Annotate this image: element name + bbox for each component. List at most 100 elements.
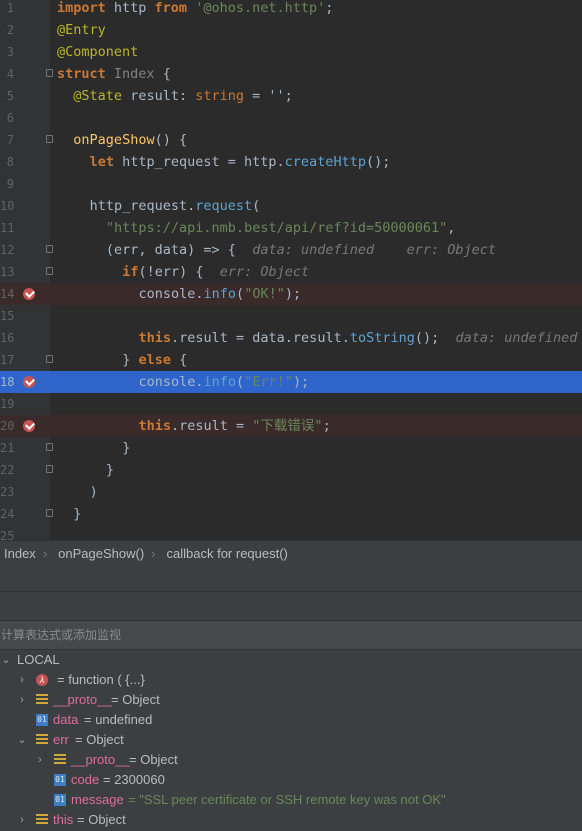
code-line[interactable]: 14 console.info("OK!"); xyxy=(0,283,582,305)
fold-marker-icon[interactable] xyxy=(46,465,53,473)
code-line[interactable]: 19 xyxy=(0,393,582,415)
primitive-value-icon: 01 xyxy=(36,714,48,726)
variable-value: = Object xyxy=(111,692,160,707)
tree-row-code[interactable]: 01 code = 2300060 xyxy=(0,770,582,790)
line-number[interactable]: 9 xyxy=(0,173,14,195)
tree-row-local[interactable]: ⌄ LOCAL xyxy=(0,650,582,670)
variable-name: __proto__ xyxy=(71,752,130,767)
code-line[interactable]: 20 this.result = "下载错误"; xyxy=(0,415,582,437)
code-token: "下载错误" xyxy=(252,418,323,434)
line-number[interactable]: 12 xyxy=(0,239,14,261)
code-text: ) xyxy=(90,481,98,503)
code-token: http xyxy=(105,0,147,16)
code-line[interactable]: 1 import http from '@ohos.net.http'; xyxy=(0,0,582,19)
chevron-right-icon[interactable]: › xyxy=(16,690,28,710)
line-number[interactable]: 16 xyxy=(0,327,14,349)
code-line[interactable]: 23) xyxy=(0,481,582,503)
code-text: struct Index { xyxy=(57,63,171,85)
breakpoint-icon[interactable] xyxy=(23,288,35,300)
fold-marker-icon[interactable] xyxy=(46,267,53,275)
line-number[interactable]: 19 xyxy=(0,393,14,415)
line-number[interactable]: 17 xyxy=(0,349,14,371)
watch-placeholder: 计算表达式或添加监视 xyxy=(1,628,122,642)
breadcrumb-item-onpageshow[interactable]: onPageShow() xyxy=(58,546,144,561)
object-icon xyxy=(54,754,66,766)
code-line[interactable]: 11 "https://api.nmb.best/api/ref?id=50000… xyxy=(0,217,582,239)
chevron-down-icon[interactable]: ⌄ xyxy=(16,730,28,750)
tree-row-data[interactable]: 01 data = undefined xyxy=(0,710,582,730)
variable-value: = 2300060 xyxy=(103,772,165,787)
code-text: } else { xyxy=(122,349,187,371)
line-number[interactable]: 11 xyxy=(0,217,14,239)
line-number[interactable]: 2 xyxy=(0,19,14,41)
code-line[interactable]: 18 console.info("Err!"); xyxy=(0,371,582,393)
tree-row-err-proto[interactable]: › __proto__ = Object xyxy=(0,750,582,770)
tree-row-proto[interactable]: › __proto__ = Object xyxy=(0,690,582,710)
code-line[interactable]: 3 @Component xyxy=(0,41,582,63)
line-number[interactable]: 21 xyxy=(0,437,14,459)
line-number[interactable]: 7 xyxy=(0,129,14,151)
chevron-right-icon[interactable]: › xyxy=(16,670,28,690)
code-line[interactable]: 5 @State result: string = ''; xyxy=(0,85,582,107)
line-number[interactable]: 23 xyxy=(0,481,14,503)
code-line[interactable]: 17 } else { xyxy=(0,349,582,371)
code-line[interactable]: 13 if(!err) { err: Object xyxy=(0,261,582,283)
line-number[interactable]: 3 xyxy=(0,41,14,63)
code-token: ( xyxy=(252,198,261,214)
code-line[interactable]: 2 @Entry xyxy=(0,19,582,41)
code-line[interactable]: 16 this.result = data.result.toString(); … xyxy=(0,327,582,349)
variable-name: code xyxy=(71,772,100,787)
fold-marker-icon[interactable] xyxy=(46,69,53,77)
tree-row-message[interactable]: 01 message = "SSL peer certificate or SS… xyxy=(0,790,582,810)
fold-marker-icon[interactable] xyxy=(46,443,53,451)
code-line[interactable]: 21} xyxy=(0,437,582,459)
code-line[interactable]: 24} xyxy=(0,503,582,525)
line-number[interactable]: 25 xyxy=(0,525,14,540)
line-number[interactable]: 8 xyxy=(0,151,14,173)
tree-row-err[interactable]: ⌄ err = Object xyxy=(0,730,582,750)
breakpoint-icon[interactable] xyxy=(23,420,35,432)
code-token: (); xyxy=(365,154,391,170)
watch-expression-input[interactable]: 计算表达式或添加监视 xyxy=(0,621,582,650)
fold-marker-icon[interactable] xyxy=(46,245,53,253)
breakpoint-icon[interactable] xyxy=(23,376,35,388)
chevron-down-icon[interactable]: ⌄ xyxy=(0,650,12,670)
scope-label: LOCAL xyxy=(17,652,60,667)
fold-marker-icon[interactable] xyxy=(46,355,53,363)
line-number[interactable]: 22 xyxy=(0,459,14,481)
code-line[interactable]: 12 (err, data) => { data: undefined err: … xyxy=(0,239,582,261)
code-line[interactable]: 7 onPageShow() { xyxy=(0,129,582,151)
code-line[interactable]: 25 xyxy=(0,525,582,540)
line-number[interactable]: 5 xyxy=(0,85,14,107)
line-number[interactable]: 4 xyxy=(0,63,14,85)
line-number[interactable]: 13 xyxy=(0,261,14,283)
chevron-right-icon[interactable]: › xyxy=(34,750,46,770)
line-number[interactable]: 18 xyxy=(0,371,14,393)
line-number[interactable]: 10 xyxy=(0,195,14,217)
inline-value-hint: err: Object xyxy=(203,264,310,280)
fold-marker-icon[interactable] xyxy=(46,135,53,143)
code-editor[interactable]: 1 import http from '@ohos.net.http'; 2 @Ent… xyxy=(0,0,582,540)
tree-row-this[interactable]: › this = Object xyxy=(0,810,582,830)
code-line[interactable]: 22} xyxy=(0,459,582,481)
line-number[interactable]: 6 xyxy=(0,107,14,129)
line-number[interactable]: 20 xyxy=(0,415,14,437)
primitive-value-icon: 01 xyxy=(54,794,66,806)
code-line[interactable]: 6 xyxy=(0,107,582,129)
code-line[interactable]: 4 struct Index { xyxy=(0,63,582,85)
chevron-right-icon[interactable]: › xyxy=(16,810,28,830)
line-number[interactable]: 14 xyxy=(0,283,14,305)
line-number[interactable]: 1 xyxy=(0,0,14,19)
code-line[interactable]: 15 xyxy=(0,305,582,327)
code-line[interactable]: 8 let http_request = http.createHttp(); xyxy=(0,151,582,173)
fold-marker-icon[interactable] xyxy=(46,509,53,517)
code-text: @Component xyxy=(57,41,138,63)
breadcrumb-item-index[interactable]: Index xyxy=(4,546,36,561)
tree-row-function[interactable]: › λ = function ( {...} xyxy=(0,670,582,690)
code-line[interactable]: 9 xyxy=(0,173,582,195)
line-number[interactable]: 24 xyxy=(0,503,14,525)
code-line[interactable]: 10 http_request.request( xyxy=(0,195,582,217)
breadcrumb-item-callback[interactable]: callback for request() xyxy=(167,546,288,561)
breadcrumb-separator-icon: › xyxy=(151,546,156,561)
line-number[interactable]: 15 xyxy=(0,305,14,327)
